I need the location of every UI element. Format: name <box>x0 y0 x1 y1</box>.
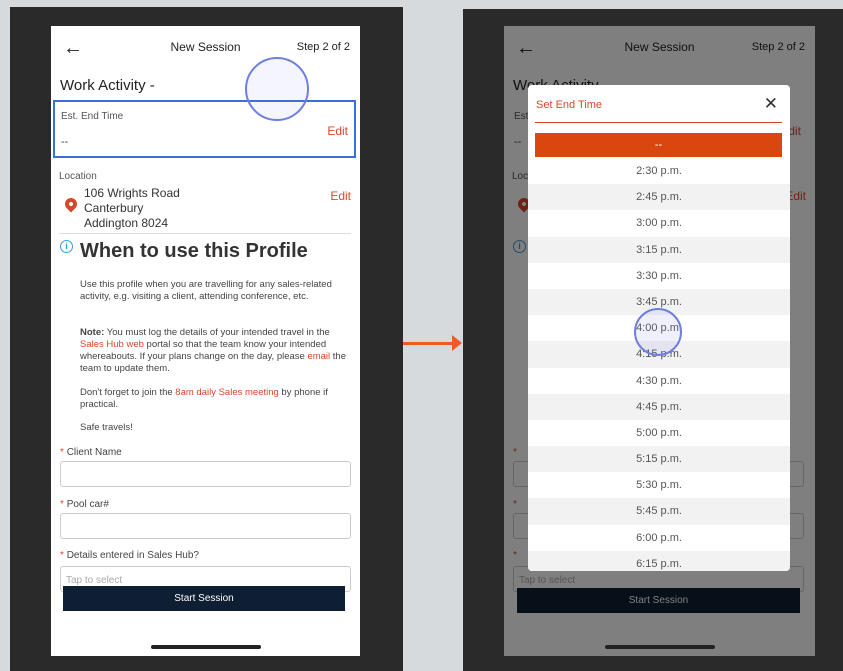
time-option[interactable]: 4:45 p.m. <box>528 393 790 420</box>
profile-info-paragraph-2: Note: You must log the details of your i… <box>80 327 352 375</box>
sales-meeting-link[interactable]: 8am daily Sales meeting <box>175 387 279 398</box>
close-icon[interactable]: ✕ <box>764 94 778 114</box>
note-label: Note: <box>80 327 105 338</box>
address-line-2: Canterbury <box>84 201 144 215</box>
profile-info-paragraph-1: Use this profile when you are travelling… <box>80 279 332 302</box>
address-line-1: 106 Wrights Road <box>84 186 180 200</box>
time-option[interactable]: 3:15 p.m. <box>528 236 790 263</box>
time-option[interactable]: 5:00 p.m. <box>528 420 790 446</box>
meeting-text-a: Don't forget to join the <box>80 387 176 398</box>
end-time-field[interactable]: Est. End Time -- Edit <box>53 100 356 158</box>
pool-car-label: * Pool car# <box>60 499 109 510</box>
sales-hub-web-link[interactable]: Sales Hub web <box>80 339 144 350</box>
details-hub-label: * Details entered in Sales Hub? <box>60 550 199 561</box>
location-address: 106 Wrights Road Canterbury Addington 80… <box>84 186 180 231</box>
section-title: Work Activity - <box>60 77 155 94</box>
tap-indicator <box>245 57 309 121</box>
address-line-3: Addington 8024 <box>84 216 169 230</box>
tap-indicator <box>634 308 682 356</box>
modal-title: Set End Time <box>536 99 603 111</box>
transition-arrow <box>403 342 455 345</box>
time-option[interactable]: 2:30 p.m. <box>528 158 790 184</box>
time-option[interactable]: 4:30 p.m. <box>528 368 790 394</box>
time-option[interactable]: 2:45 p.m. <box>528 184 790 211</box>
modal-title-underline <box>535 122 782 123</box>
time-option[interactable]: 5:30 p.m. <box>528 472 790 498</box>
start-session-button[interactable]: Start Session <box>63 586 345 611</box>
step-indicator: Step 2 of 2 <box>296 41 350 53</box>
info-icon: i <box>60 240 73 253</box>
pool-car-input[interactable] <box>60 513 351 539</box>
location-pin-icon <box>62 195 80 213</box>
profile-info-title: When to use this Profile <box>80 240 308 262</box>
details-hub-placeholder: Tap to select <box>66 575 123 586</box>
transition-arrow-head <box>452 335 462 351</box>
client-name-label: * Client Name <box>60 447 122 458</box>
time-option[interactable]: 6:15 p.m. <box>528 550 790 571</box>
time-option[interactable]: 3:30 p.m. <box>528 263 790 289</box>
note-text-a: You must log the details of your intende… <box>104 327 330 338</box>
time-option-list[interactable]: 2:30 p.m. 2:45 p.m. 3:00 p.m. 3:15 p.m. 3:30… <box>528 158 790 571</box>
end-time-value: -- <box>61 136 69 148</box>
location-label: Location <box>59 171 97 182</box>
profile-info-paragraph-4: Safe travels! <box>80 422 133 433</box>
location-edit-button[interactable]: Edit <box>330 189 351 203</box>
time-option[interactable]: 3:00 p.m. <box>528 210 790 236</box>
phone-screen-form: ← New Session Step 2 of 2 Work Activity … <box>51 26 360 656</box>
time-option[interactable]: 5:45 p.m. <box>528 498 790 525</box>
divider <box>59 233 351 234</box>
email-link[interactable]: email <box>307 351 330 362</box>
home-indicator <box>150 645 261 649</box>
profile-info-paragraph-3: Don't forget to join the 8am daily Sales… <box>80 387 352 411</box>
client-name-input[interactable] <box>60 461 351 487</box>
app-header: ← New Session Step 2 of 2 <box>51 26 360 68</box>
end-time-edit-button[interactable]: Edit <box>327 124 348 138</box>
time-option[interactable]: 6:00 p.m. <box>528 525 790 551</box>
time-option-selected[interactable]: -- <box>535 133 782 157</box>
home-indicator <box>604 645 715 649</box>
time-option[interactable]: 5:15 p.m. <box>528 446 790 473</box>
end-time-label: Est. End Time <box>61 111 124 122</box>
